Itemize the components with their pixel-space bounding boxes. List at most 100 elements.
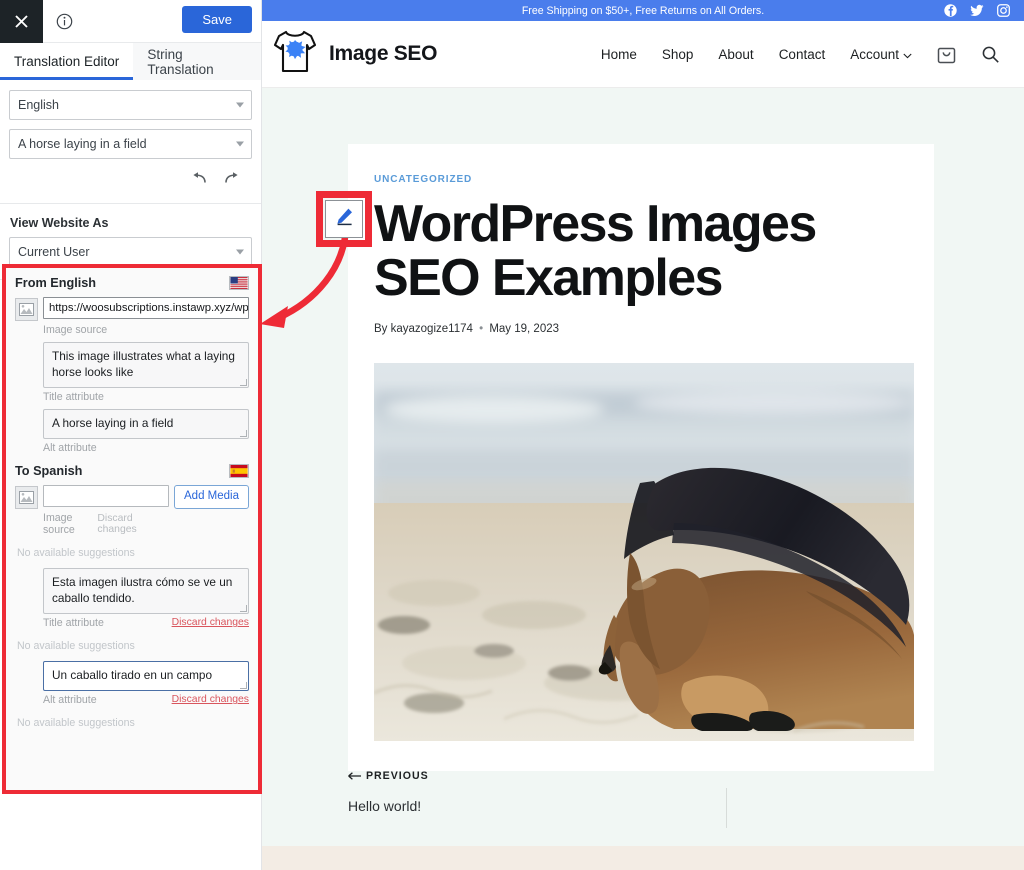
prev-post-title[interactable]: Hello world! xyxy=(348,798,934,814)
pencil-edit-icon xyxy=(335,207,354,231)
post-featured-image xyxy=(374,363,914,742)
site-preview: Free Shipping on $50+, Free Returns on A… xyxy=(262,0,1024,870)
source-panel-title: From English xyxy=(15,276,97,290)
chevron-down-icon xyxy=(903,47,912,62)
instagram-icon[interactable] xyxy=(997,4,1010,17)
target-title-meta: Title attribute Discard changes xyxy=(15,614,249,635)
us-flag-icon xyxy=(229,276,249,290)
sidebar-tabs: Translation Editor String Translation xyxy=(0,43,261,80)
undo-icon[interactable] xyxy=(190,172,207,190)
tab-string-translation[interactable]: String Translation xyxy=(133,43,261,80)
redo-icon[interactable] xyxy=(224,172,241,190)
target-alt-suggestions: No available suggestions xyxy=(17,716,135,729)
social-links xyxy=(944,0,1010,21)
target-image-source-suggestions: No available suggestions xyxy=(17,546,135,559)
target-panel-header: To Spanish xyxy=(15,460,249,485)
string-select[interactable]: A horse laying in a field xyxy=(9,129,252,159)
language-select-value: English xyxy=(18,98,59,112)
prev-post-label-row[interactable]: PREVIOUS xyxy=(348,770,934,782)
byline-author[interactable]: kayazogize1174 xyxy=(391,323,473,335)
target-alt-meta: Alt attribute Discard changes xyxy=(15,691,249,712)
language-and-string-section: English A horse laying in a field xyxy=(0,80,261,204)
image-icon xyxy=(15,485,38,509)
byline-separator: • xyxy=(479,323,484,336)
shopping-bag-icon[interactable] xyxy=(937,44,956,64)
nav-item-shop[interactable]: Shop xyxy=(662,47,694,62)
source-image-source-meta: Image source xyxy=(15,321,249,342)
target-alt-wrap: Un caballo tirado en un campo xyxy=(15,660,249,691)
twitter-icon[interactable] xyxy=(970,4,984,17)
chevron-down-icon xyxy=(236,249,244,255)
source-alt-textarea[interactable]: A horse laying in a field xyxy=(43,408,249,439)
byline-author-prefix: By xyxy=(374,323,388,336)
source-panel-header: From English xyxy=(15,274,249,297)
translation-editor-sidebar: Save Translation Editor String Translati… xyxy=(0,0,262,870)
discard-changes-title[interactable]: Discard changes xyxy=(172,617,249,628)
view-website-as-label: View Website As xyxy=(10,216,109,230)
source-title-meta: Title attribute xyxy=(15,388,249,409)
post-nav-divider xyxy=(726,788,727,828)
string-select-value: A horse laying in a field xyxy=(18,137,147,151)
target-image-source-input[interactable] xyxy=(43,484,170,507)
history-controls xyxy=(9,168,252,191)
resize-grip-icon[interactable] xyxy=(240,429,247,437)
target-alt-label: Alt attribute xyxy=(43,693,97,706)
discard-changes-image-source: Discard changes xyxy=(97,512,137,535)
chevron-down-icon xyxy=(236,102,244,108)
resize-grip-icon[interactable] xyxy=(240,604,247,612)
view-website-as-select[interactable]: Current User xyxy=(9,237,252,267)
target-title-wrap: Esta imagen ilustra cómo se ve un caball… xyxy=(15,567,249,614)
arrow-left-icon xyxy=(348,770,366,782)
translation-fields-highlight: From English https://woosubscriptions.in… xyxy=(2,264,262,794)
target-title-textarea[interactable]: Esta imagen ilustra cómo se ve un caball… xyxy=(43,567,249,614)
post-navigation: PREVIOUS Hello world! xyxy=(348,770,934,828)
nav-item-home[interactable]: Home xyxy=(601,47,637,62)
sidebar-topbar: Save xyxy=(0,0,261,43)
nav-item-account[interactable]: Account xyxy=(850,47,912,62)
source-title-textarea[interactable]: This image illustrates what a laying hor… xyxy=(43,342,249,388)
target-alt-textarea[interactable]: Un caballo tirado en un campo xyxy=(43,660,249,691)
target-panel-title: To Spanish xyxy=(15,463,83,478)
edit-image-translation-button[interactable] xyxy=(325,200,363,238)
resize-grip-icon[interactable] xyxy=(240,681,247,689)
info-icon[interactable] xyxy=(43,0,85,43)
chevron-down-icon xyxy=(236,141,244,147)
discard-changes-alt[interactable]: Discard changes xyxy=(172,694,249,705)
promo-bar-text: Free Shipping on $50+, Free Returns on A… xyxy=(521,4,765,17)
site-header: Image SEO Home Shop About Contact Accoun… xyxy=(262,21,1024,88)
view-website-as-value: Current User xyxy=(18,245,90,259)
source-title-wrap: This image illustrates what a laying hor… xyxy=(15,342,249,388)
horse-photo xyxy=(374,363,914,742)
promo-bar: Free Shipping on $50+, Free Returns on A… xyxy=(262,0,1024,21)
tshirt-logo-icon xyxy=(270,26,320,83)
nav-item-about[interactable]: About xyxy=(718,47,753,62)
footer-strip xyxy=(262,846,1024,870)
target-title-label: Title attribute xyxy=(43,616,104,629)
save-button[interactable]: Save xyxy=(182,6,252,33)
target-image-source-label: Image source xyxy=(43,511,75,536)
language-select[interactable]: English xyxy=(9,90,252,120)
source-alt-wrap: A horse laying in a field xyxy=(15,408,249,439)
target-image-source-meta: Image source Discard changes xyxy=(15,509,249,542)
site-logo[interactable]: Image SEO xyxy=(270,26,437,83)
search-icon[interactable] xyxy=(981,45,1000,64)
resize-grip-icon[interactable] xyxy=(240,378,247,386)
source-image-source-input[interactable]: https://woosubscriptions.instawp.xyz/wp-… xyxy=(43,297,249,319)
es-flag-icon xyxy=(229,463,249,478)
main-nav: Home Shop About Contact Account xyxy=(601,44,1000,64)
nav-item-account-label: Account xyxy=(850,46,899,62)
post-card: UNCATEGORIZED WordPress Images SEO Examp… xyxy=(348,144,934,772)
page-title: WordPress Images SEO Examples xyxy=(374,195,817,307)
source-alt-label: Alt attribute xyxy=(43,441,97,454)
byline-date: May 19, 2023 xyxy=(489,323,560,336)
site-brand-name: Image SEO xyxy=(329,42,438,65)
nav-item-contact[interactable]: Contact xyxy=(779,47,826,62)
post-category[interactable]: UNCATEGORIZED xyxy=(374,174,908,185)
source-alt-meta: Alt attribute xyxy=(15,439,249,460)
post-byline: By kayazogize1174 • May 19, 2023 xyxy=(374,323,908,335)
facebook-icon[interactable] xyxy=(944,4,957,17)
tab-translation-editor[interactable]: Translation Editor xyxy=(0,43,133,80)
target-image-source-row: Add Media xyxy=(15,484,249,509)
add-media-button[interactable]: Add Media xyxy=(174,484,249,509)
close-icon[interactable] xyxy=(0,0,43,43)
